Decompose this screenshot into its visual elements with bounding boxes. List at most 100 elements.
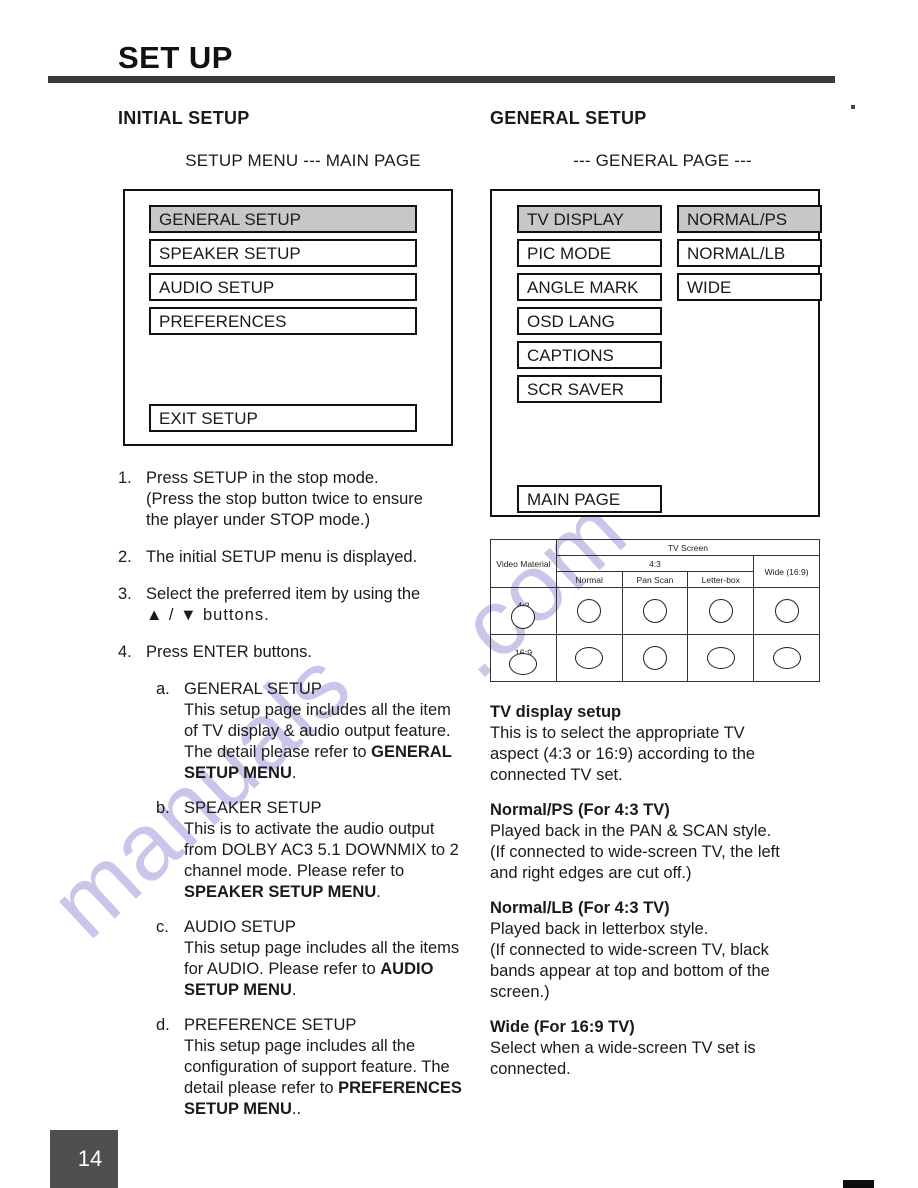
tv-glyph-source-4-3 <box>511 604 536 629</box>
setup-steps: 1. Press SETUP in the stop mode. (Press … <box>118 468 468 1120</box>
prose-block-tv-display-setup: TV display setup This is to select the a… <box>490 702 835 786</box>
cell-4-3-wide <box>753 587 820 635</box>
osd-item-speaker-setup[interactable]: SPEAKER SETUP <box>149 239 417 267</box>
main-page-caption: SETUP MENU --- MAIN PAGE <box>185 151 421 170</box>
sub-item-a: a. GENERAL SETUP This setup page include… <box>156 679 468 784</box>
step-2: 2. The initial SETUP menu is displayed. <box>118 547 468 568</box>
sub-item-a-tail: . <box>291 764 297 782</box>
osd-general-page: TV DISPLAY PIC MODE ANGLE MARK OSD LANG … <box>490 189 822 519</box>
osd-option-normal-ps[interactable]: NORMAL/PS <box>677 205 822 233</box>
osd-item-exit-setup[interactable]: EXIT SETUP <box>149 404 417 432</box>
prose-heading-normal-ps: Normal/PS (For 4:3 TV) <box>490 801 670 819</box>
prose-block-wide: Wide (For 16:9 TV) Select when a wide-sc… <box>490 1017 835 1080</box>
step-1: 1. Press SETUP in the stop mode. (Press … <box>118 468 468 531</box>
step-4-number: 4. <box>118 643 132 661</box>
prose-line: bands appear at top and bottom of the <box>490 962 770 980</box>
cell-16-9-letter-box <box>687 634 755 682</box>
prose-block-normal-lb: Normal/LB (For 4:3 TV) Played back in le… <box>490 898 835 1003</box>
sub-item-a-letter: a. <box>156 680 170 698</box>
step-3-line-2: ▲ / ▼ buttons. <box>146 606 270 624</box>
step-2-number: 2. <box>118 548 132 566</box>
cell-4-3-letter-box <box>687 587 755 635</box>
title-rule <box>48 76 835 83</box>
left-column: INITIAL SETUP SETUP MENU --- MAIN PAGE G… <box>118 108 468 1134</box>
table-header-wide: Wide (16:9) <box>753 555 820 588</box>
osd-item-scr-saver[interactable]: SCR SAVER <box>517 375 662 403</box>
sub-item-d-body: This setup page includes all the configu… <box>184 1036 468 1120</box>
table-corner-label: Video Material <box>490 539 557 588</box>
osd-main-item-list: GENERAL SETUP SPEAKER SETUP AUDIO SETUP … <box>149 205 417 341</box>
table-row-header-1: Video Material TV Screen <box>490 539 821 588</box>
osd-option-wide[interactable]: WIDE <box>677 273 822 301</box>
right-column: GENERAL SETUP --- GENERAL PAGE --- TV DI… <box>490 108 835 1094</box>
cell-4-3-normal <box>555 587 623 635</box>
osd-item-pic-mode[interactable]: PIC MODE <box>517 239 662 267</box>
prose-line: and right edges are cut off.) <box>490 864 692 882</box>
sub-item-b-body: This is to activate the audio output fro… <box>184 819 468 903</box>
sub-item-b-ref: SPEAKER SETUP MENU <box>184 883 377 901</box>
osd-item-general-setup[interactable]: GENERAL SETUP <box>149 205 417 233</box>
step-3: 3. Select the preferred item by using th… <box>118 584 468 626</box>
prose-block-normal-ps: Normal/PS (For 4:3 TV) Played back in th… <box>490 800 835 884</box>
tv-screen-table: Video Material TV Screen 4:3 Wide (16:9)… <box>490 539 821 682</box>
sub-item-d-tail: .. <box>291 1100 302 1118</box>
prose-line: Played back in the PAN & SCAN style. <box>490 822 772 840</box>
prose-line: screen.) <box>490 983 550 1001</box>
bottom-edge-mark <box>843 1180 874 1188</box>
sub-item-b: b. SPEAKER SETUP This is to activate the… <box>156 798 468 903</box>
table-row-label-16-9: 16:9 <box>490 634 557 682</box>
sub-item-b-text: This is to activate the audio output fro… <box>184 820 459 880</box>
osd-general-mainpage-group: MAIN PAGE <box>517 485 662 519</box>
table-header-pan-scan: Pan Scan <box>621 571 689 588</box>
table-row-label-4-3: 4:3 <box>490 587 557 635</box>
osd-item-tv-display[interactable]: TV DISPLAY <box>517 205 662 233</box>
table-header-normal: Normal <box>555 571 623 588</box>
osd-item-main-page[interactable]: MAIN PAGE <box>517 485 662 513</box>
step-3-number: 3. <box>118 585 132 603</box>
osd-item-audio-setup[interactable]: AUDIO SETUP <box>149 273 417 301</box>
sub-item-c-title: AUDIO SETUP <box>184 918 296 936</box>
cell-16-9-pan-scan <box>621 634 689 682</box>
manual-page: SET UP 14 INITIAL SETUP SETUP MENU --- M… <box>0 0 918 1188</box>
tv-display-prose: TV display setup This is to select the a… <box>490 702 835 1080</box>
tv-glyph-16-9-wide <box>772 647 801 669</box>
step-1-line-3: the player under STOP mode.) <box>146 511 371 529</box>
table-header-tv-screen: TV Screen <box>555 539 821 556</box>
tv-glyph-4-3-pan-scan <box>642 599 667 623</box>
initial-setup-heading-part2: SETUP <box>188 108 250 128</box>
initial-setup-heading: INITIAL SETUP <box>118 108 468 129</box>
tv-glyph-source-16-9 <box>509 652 538 675</box>
sub-item-d: d. PREFERENCE SETUP This setup page incl… <box>156 1015 468 1120</box>
sub-item-b-letter: b. <box>156 799 170 817</box>
step-4-line-1: Press ENTER buttons. <box>146 643 312 661</box>
sub-item-d-letter: d. <box>156 1016 170 1034</box>
prose-line: (If connected to wide-screen TV, black <box>490 941 769 959</box>
osd-item-angle-mark[interactable]: ANGLE MARK <box>517 273 662 301</box>
page-title: SET UP <box>118 40 233 75</box>
osd-item-preferences[interactable]: PREFERENCES <box>149 307 417 335</box>
prose-heading-wide: Wide (For 16:9 TV) <box>490 1018 635 1036</box>
osd-option-normal-lb[interactable]: NORMAL/LB <box>677 239 822 267</box>
step-1-line-1: Press SETUP in the stop mode. <box>146 469 379 487</box>
table-row-16-9: 16:9 <box>490 634 820 682</box>
cell-16-9-wide <box>753 634 820 682</box>
prose-line: aspect (4:3 or 16:9) according to the <box>490 745 756 763</box>
general-page-caption: --- GENERAL PAGE --- <box>573 151 752 170</box>
tv-glyph-4-3-wide <box>774 599 799 623</box>
osd-main-exit-group: EXIT SETUP <box>149 404 417 438</box>
step-1-number: 1. <box>118 469 132 487</box>
osd-item-osd-lang[interactable]: OSD LANG <box>517 307 662 335</box>
prose-heading-tv-display-setup: TV display setup <box>490 703 622 721</box>
table-header-letter-box: Letter-box <box>687 571 755 588</box>
osd-item-captions[interactable]: CAPTIONS <box>517 341 662 369</box>
prose-line: Played back in letterbox style. <box>490 920 709 938</box>
initial-setup-heading-part1: INITIAL <box>118 108 189 128</box>
general-setup-heading: GENERAL SETUP <box>490 108 835 129</box>
step-2-line-1: The initial SETUP menu is displayed. <box>146 548 418 566</box>
tv-glyph-4-3-normal <box>577 599 602 623</box>
prose-line: connected TV set. <box>490 766 623 784</box>
sub-item-d-title: PREFERENCE SETUP <box>184 1016 357 1034</box>
tv-glyph-16-9-letter-box <box>706 647 735 669</box>
tv-glyph-16-9-pan-scan <box>642 646 667 670</box>
table-row-4-3: 4:3 <box>490 587 820 635</box>
